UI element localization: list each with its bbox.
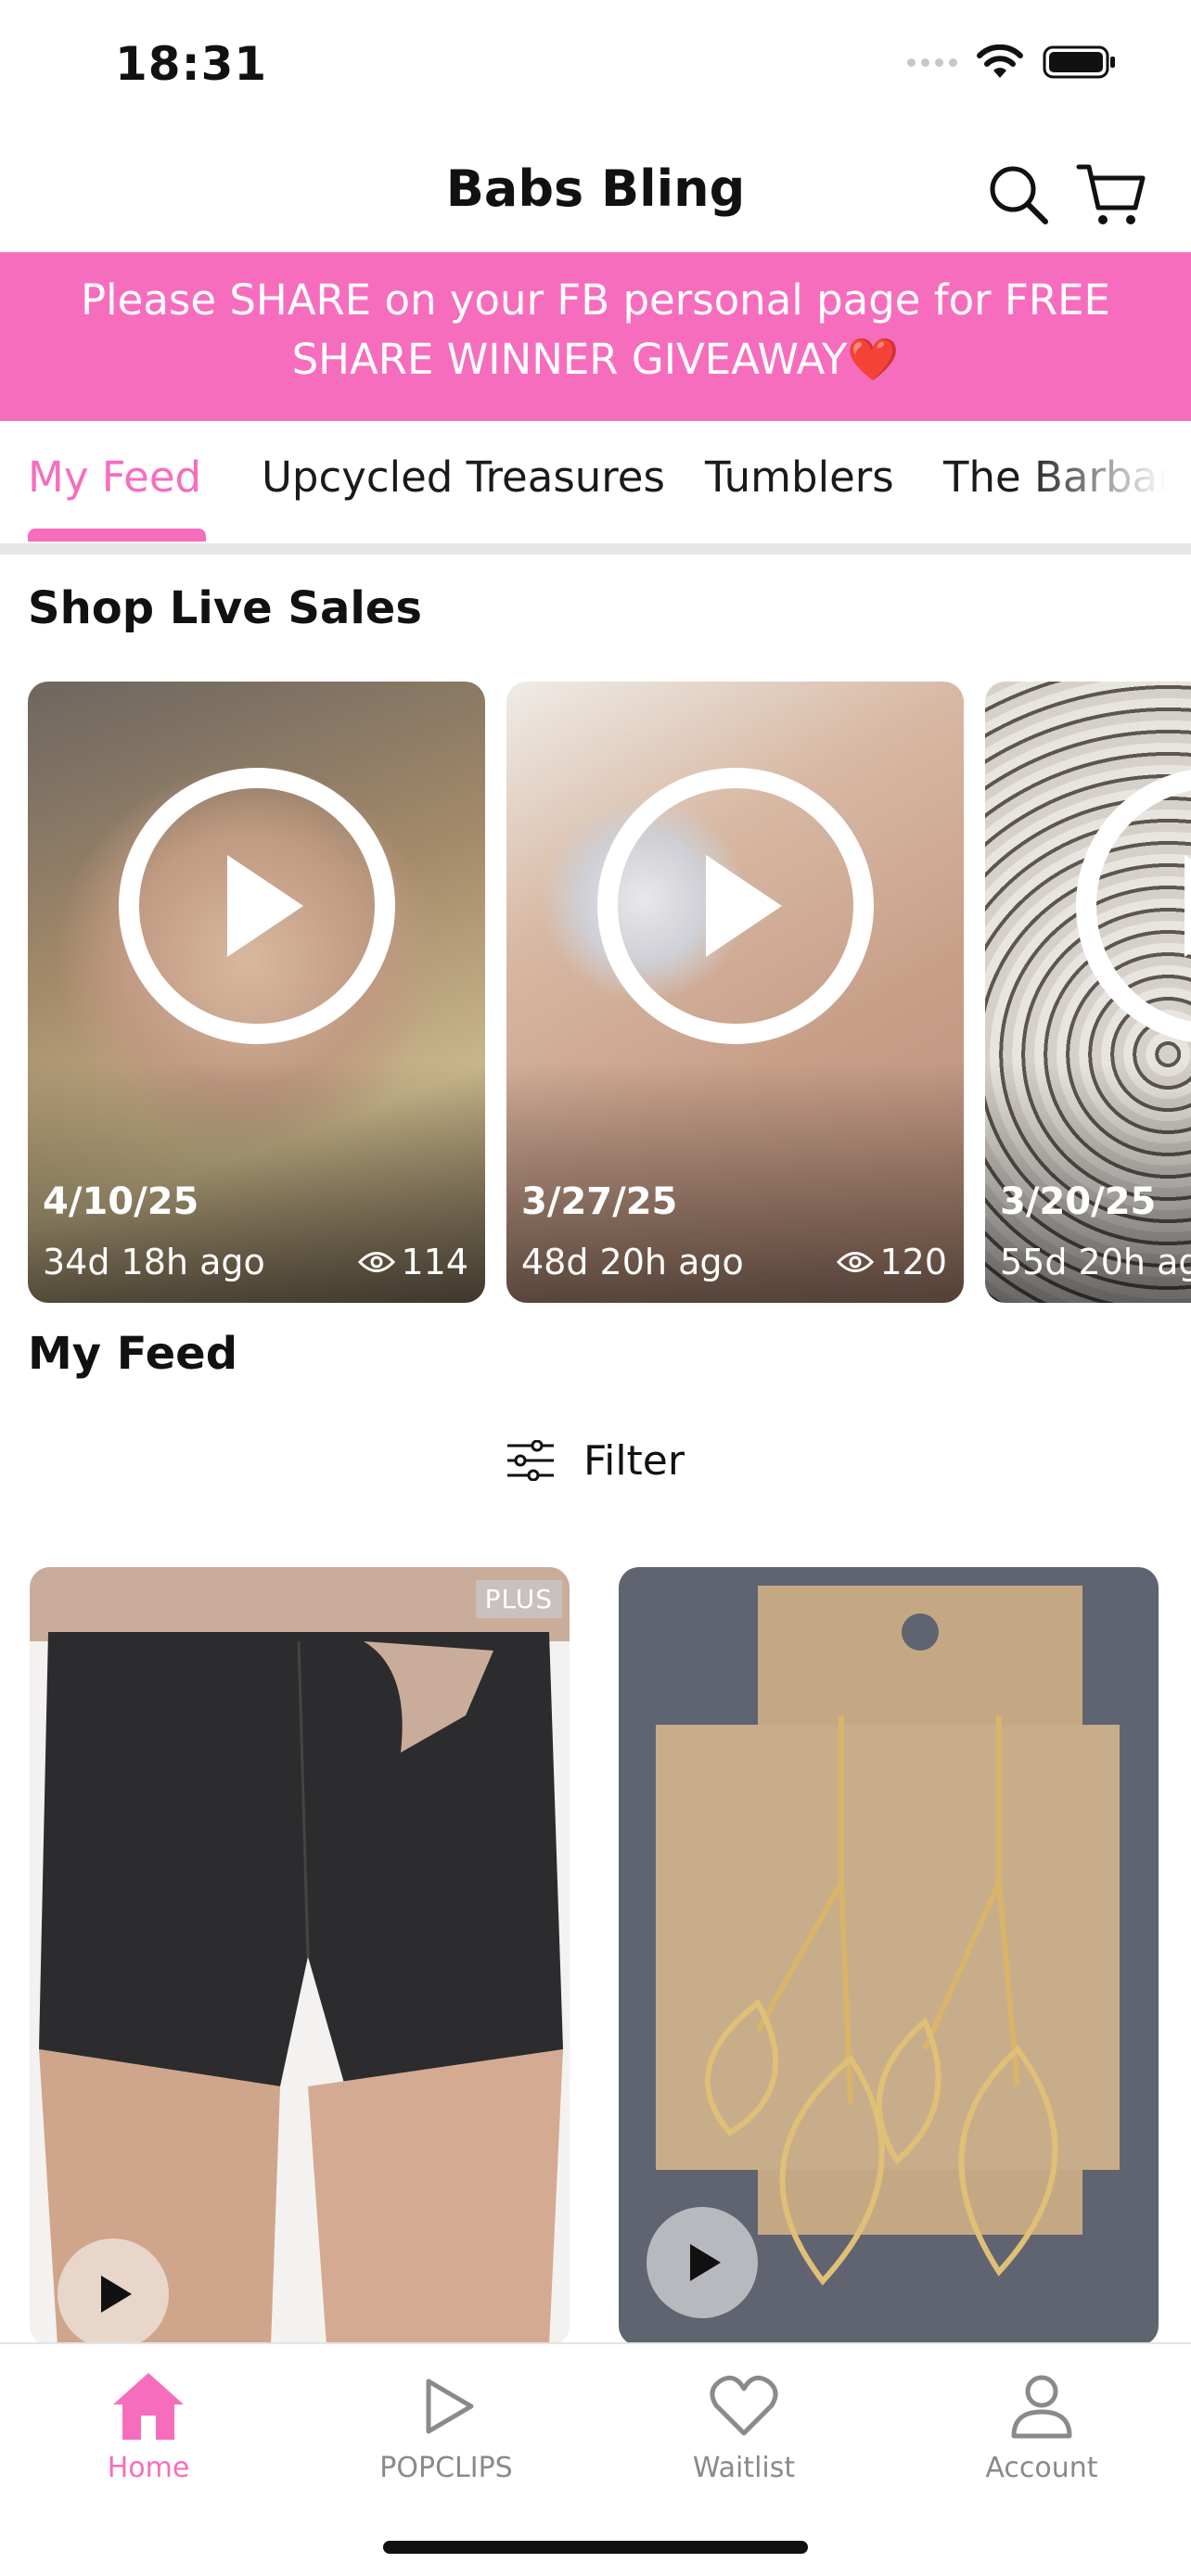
live-sale-card[interactable]: 3/27/25 48d 20h ago 120 <box>506 682 964 1303</box>
live-time-ago: 55d 20h ago <box>1000 1242 1191 1282</box>
cart-icon[interactable] <box>1074 158 1148 232</box>
nav-home-label: Home <box>107 2452 190 2484</box>
live-date: 4/10/25 <box>43 1180 199 1223</box>
nav-account[interactable]: Account <box>930 2365 1153 2484</box>
tabs-fade <box>1024 423 1191 525</box>
live-sale-card[interactable]: 4/10/25 34d 18h ago 114 <box>28 682 485 1303</box>
live-sales-carousel[interactable]: 4/10/25 34d 18h ago 114 3/27/25 48d 20h … <box>0 682 1191 1303</box>
video-play-button[interactable] <box>58 2238 169 2346</box>
active-tab-indicator <box>28 529 206 542</box>
play-icon[interactable] <box>596 767 875 1045</box>
play-icon[interactable] <box>118 767 396 1045</box>
nav-popclips-label: POPCLIPS <box>379 2452 513 2484</box>
video-play-button[interactable] <box>647 2207 758 2318</box>
play-icon <box>690 2244 721 2281</box>
cellular-signal-icon <box>907 57 957 67</box>
tab-tumblers[interactable]: Tumblers <box>705 453 894 502</box>
product-card[interactable]: PLUS <box>30 1567 570 2346</box>
tab-upcycled-treasures[interactable]: Upcycled Treasures <box>262 453 665 502</box>
view-count-value: 114 <box>401 1242 468 1282</box>
home-indicator[interactable] <box>383 2541 808 2554</box>
battery-icon <box>1043 45 1115 79</box>
view-count: 114 <box>358 1242 468 1282</box>
section-title-feed: My Feed <box>28 1328 238 1380</box>
tab-my-feed[interactable]: My Feed <box>28 453 201 502</box>
app-header: Babs Bling <box>0 139 1191 250</box>
live-time-ago: 48d 20h ago <box>521 1242 744 1282</box>
product-image <box>30 1567 570 2346</box>
person-icon <box>1000 2365 1083 2448</box>
nav-account-label: Account <box>985 2452 1098 2484</box>
live-date: 3/27/25 <box>521 1180 678 1223</box>
category-tabs: My Feed Upcycled Treasures Tumblers The … <box>0 423 1191 543</box>
view-count-value: 120 <box>879 1242 947 1282</box>
nav-popclips[interactable]: POPCLIPS <box>335 2365 557 2484</box>
eye-icon <box>837 1252 875 1272</box>
product-card[interactable] <box>619 1567 1159 2346</box>
home-icon <box>107 2365 190 2448</box>
play-icon <box>404 2365 488 2448</box>
promo-banner[interactable]: Please SHARE on your FB personal page fo… <box>0 252 1191 421</box>
status-bar: 18:31 <box>0 0 1191 134</box>
status-icons <box>907 45 1117 80</box>
search-icon[interactable] <box>981 158 1056 232</box>
wifi-icon <box>977 45 1023 78</box>
filter-label: Filter <box>583 1436 685 1485</box>
nav-home[interactable]: Home <box>37 2365 260 2484</box>
eye-icon <box>358 1252 396 1272</box>
plus-badge: PLUS <box>475 1580 562 1618</box>
nav-waitlist[interactable]: Waitlist <box>633 2365 855 2484</box>
view-count: 120 <box>837 1242 947 1282</box>
divider <box>0 543 1191 555</box>
live-time-ago: 34d 18h ago <box>43 1242 265 1282</box>
section-title-live: Shop Live Sales <box>28 582 422 634</box>
heart-icon <box>702 2365 786 2448</box>
nav-waitlist-label: Waitlist <box>692 2452 796 2484</box>
live-date: 3/20/25 <box>1000 1180 1157 1223</box>
filter-button[interactable]: Filter <box>506 1428 685 1493</box>
play-icon <box>101 2276 132 2313</box>
status-time: 18:31 <box>115 37 268 91</box>
live-sale-card[interactable]: 3/20/25 55d 20h ago <box>985 682 1191 1303</box>
play-icon[interactable] <box>1075 767 1191 1045</box>
sliders-icon <box>507 1440 554 1481</box>
